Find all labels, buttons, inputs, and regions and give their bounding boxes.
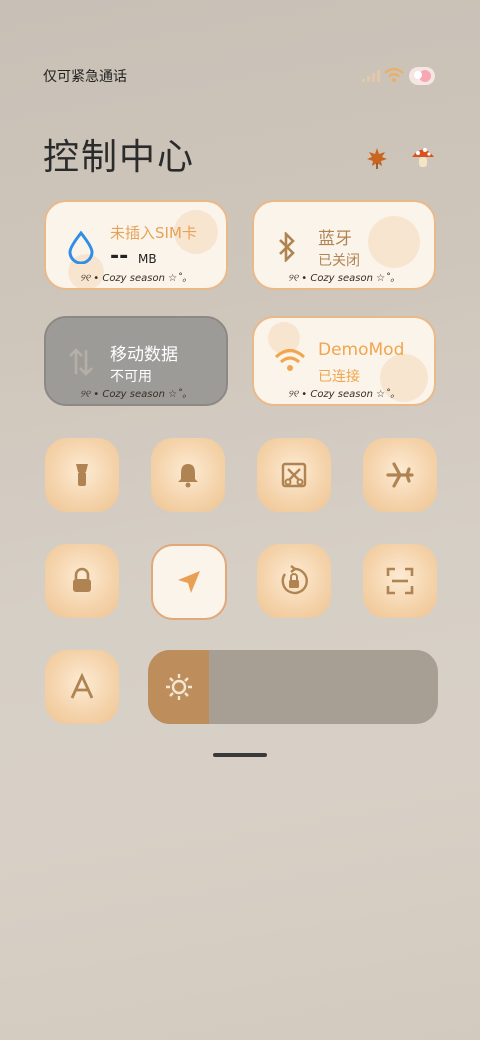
drag-handle[interactable] xyxy=(213,753,267,757)
location-icon xyxy=(178,571,200,593)
wifi-status: 已连接 xyxy=(318,369,360,385)
wifi-status-icon xyxy=(384,67,404,82)
bluetooth-title: 蓝牙 xyxy=(318,229,352,249)
rotation-lock-icon xyxy=(281,565,308,595)
card-footer: ୨୧ • Cozy season ☆˚。 xyxy=(287,389,401,400)
bluetooth-card[interactable]: 蓝牙 已关闭 ୨୧ • Cozy season ☆˚。 xyxy=(252,200,436,290)
scan-button[interactable] xyxy=(363,544,437,618)
rotation-lock-button[interactable] xyxy=(257,544,331,618)
bluetooth-status: 已关闭 xyxy=(318,253,360,269)
flashlight-icon xyxy=(76,464,88,486)
data-card-title: 未插入SIM卡 xyxy=(110,224,197,242)
screenshot-button[interactable] xyxy=(257,438,331,512)
airplane-icon xyxy=(386,462,414,488)
data-usage-unit: MB xyxy=(138,252,157,266)
water-drop-icon xyxy=(68,230,94,264)
card-footer: ୨୧ • Cozy season ☆˚。 xyxy=(79,389,193,400)
location-button[interactable] xyxy=(151,544,227,620)
font-size-button[interactable] xyxy=(45,650,119,724)
bell-icon xyxy=(178,464,198,488)
card-footer: ୨୧ • Cozy season ☆˚。 xyxy=(287,273,401,284)
mobile-data-status: 不可用 xyxy=(110,369,152,385)
mobile-data-title: 移动数据 xyxy=(110,345,178,365)
brightness-fill xyxy=(148,650,209,724)
bluetooth-icon xyxy=(279,232,295,262)
scan-icon xyxy=(386,567,414,595)
status-text: 仅可紧急通话 xyxy=(43,69,127,85)
brightness-slider[interactable] xyxy=(148,650,438,724)
font-icon xyxy=(70,672,94,699)
airplane-button[interactable] xyxy=(363,438,437,512)
wifi-card[interactable]: DemoMod 已连接 ୨୧ • Cozy season ☆˚。 xyxy=(252,316,436,406)
battery-icon xyxy=(409,67,435,85)
maple-leaf-icon xyxy=(367,148,387,169)
page-title: 控制中心 xyxy=(43,137,196,178)
signal-icon xyxy=(362,70,380,82)
screenshot-icon xyxy=(281,462,307,488)
data-usage-value: -- xyxy=(110,244,129,269)
card-footer: ୨୧ • Cozy season ☆˚。 xyxy=(79,273,193,284)
lock-icon xyxy=(73,567,91,592)
flashlight-button[interactable] xyxy=(45,438,119,512)
mushroom-icon xyxy=(412,148,434,167)
mobile-data-icon xyxy=(69,348,93,376)
lock-button[interactable] xyxy=(45,544,119,618)
mobile-data-card[interactable]: 移动数据 不可用 ୨୧ • Cozy season ☆˚。 xyxy=(44,316,228,406)
bell-button[interactable] xyxy=(151,438,225,512)
wifi-title: DemoMod xyxy=(318,340,405,360)
sun-icon xyxy=(165,674,192,700)
data-usage-card[interactable]: 未插入SIM卡 -- MB ୨୧ • Cozy season ☆˚。 xyxy=(44,200,228,290)
wifi-icon xyxy=(274,349,306,371)
